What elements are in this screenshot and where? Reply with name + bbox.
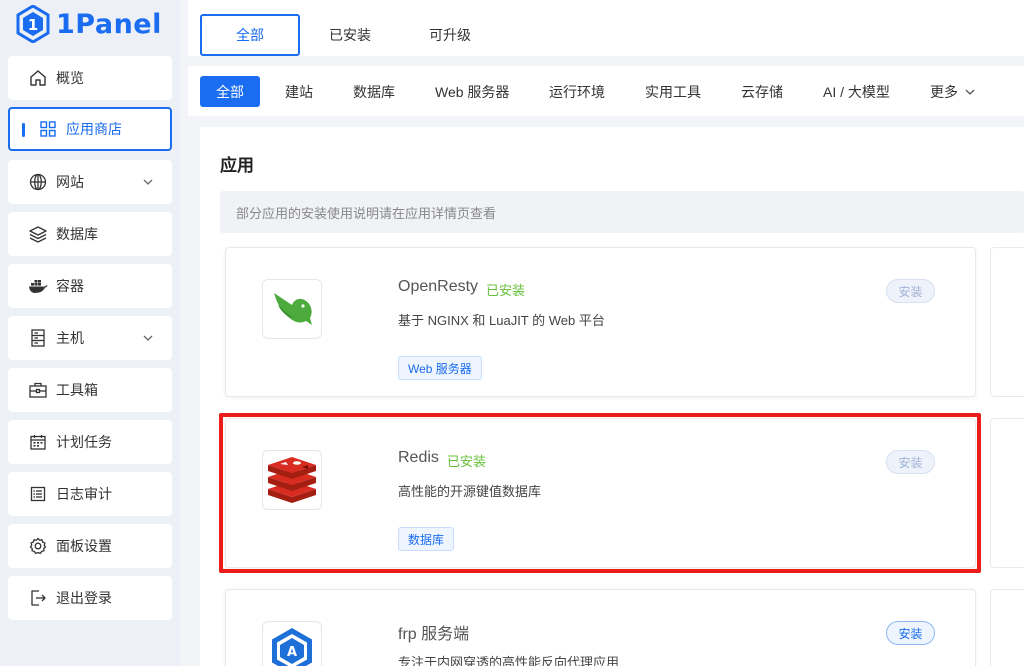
app-tag[interactable]: Web 服务器	[398, 356, 482, 380]
category-more-label: 更多	[930, 83, 958, 100]
category-database[interactable]: 数据库	[353, 76, 395, 107]
app-card-partial[interactable]	[990, 589, 1024, 666]
svg-text:1: 1	[28, 16, 38, 34]
sidebar-item-label: 面板设置	[56, 538, 112, 554]
sidebar-item-label: 计划任务	[56, 434, 112, 450]
app-logo[interactable]: 1 1Panel	[16, 4, 162, 44]
logo-hexagon-icon: 1	[16, 5, 50, 43]
category-utilities[interactable]: 实用工具	[645, 76, 701, 107]
sidebar-item-toolbox[interactable]: 工具箱	[8, 368, 172, 412]
install-button[interactable]: 安装	[886, 279, 935, 303]
chevron-down-icon[interactable]	[142, 331, 154, 347]
openresty-logo-icon	[262, 279, 322, 339]
sidebar-item-label: 应用商店	[66, 121, 122, 137]
globe-icon	[28, 172, 48, 192]
layers-icon	[28, 224, 48, 244]
sidebar-item-logout[interactable]: 退出登录	[8, 576, 172, 620]
app-card-partial[interactable]	[990, 247, 1024, 397]
sidebar-item-label: 网站	[56, 174, 84, 190]
category-more[interactable]: 更多	[930, 76, 976, 107]
sidebar-item-host[interactable]: 主机	[8, 316, 172, 360]
install-button[interactable]: 安装	[886, 621, 935, 645]
sidebar-item-label: 概览	[56, 70, 84, 86]
svg-text:A: A	[287, 645, 297, 660]
sidebar-item-label: 容器	[56, 278, 84, 294]
sidebar-item-app-store[interactable]: 应用商店	[8, 107, 172, 151]
app-name: frp 服务端	[398, 626, 470, 643]
app-card-partial[interactable]	[990, 418, 1024, 568]
category-web-server[interactable]: Web 服务器	[435, 76, 509, 107]
logo-text: 1Panel	[56, 8, 162, 40]
chevron-down-icon	[964, 86, 976, 98]
tab-installed[interactable]: 已安装	[312, 14, 388, 56]
app-description: 基于 NGINX 和 LuaJIT 的 Web 平台	[398, 313, 605, 328]
highlight-box	[219, 413, 981, 573]
sidebar-item-website[interactable]: 网站	[8, 160, 172, 204]
calendar-icon	[28, 432, 48, 452]
sidebar-item-label: 主机	[56, 330, 84, 346]
frp-logo-icon: A	[262, 621, 322, 666]
sidebar-item-label: 日志审计	[56, 486, 112, 502]
sidebar-item-container[interactable]: 容器	[8, 264, 172, 308]
notice-banner: 部分应用的安装使用说明请在应用详情页查看	[220, 191, 1024, 233]
app-name: OpenResty	[398, 278, 479, 295]
docker-icon	[28, 276, 48, 296]
apps-grid-icon	[38, 119, 58, 139]
tab-upgradable[interactable]: 可升级	[412, 14, 488, 56]
sidebar-item-label: 工具箱	[56, 382, 98, 398]
toolbox-icon	[28, 380, 48, 400]
app-card-openresty[interactable]: OpenResty 已安装 基于 NGINX 和 LuaJIT 的 Web 平台…	[225, 247, 976, 397]
page-title: 应用	[220, 156, 254, 175]
sidebar-item-label: 退出登录	[56, 590, 112, 606]
active-indicator	[22, 123, 25, 137]
sidebar-item-panel-settings[interactable]: 面板设置	[8, 524, 172, 568]
sidebar-item-database[interactable]: 数据库	[8, 212, 172, 256]
category-cloud-storage[interactable]: 云存储	[741, 76, 783, 107]
category-website[interactable]: 建站	[285, 76, 313, 107]
app-list-panel: 应用 部分应用的安装使用说明请在应用详情页查看 OpenResty 已安装 基于…	[200, 127, 1024, 666]
category-filter-bar: 全部 建站 数据库 Web 服务器 运行环境 实用工具 云存储 AI / 大模型…	[188, 66, 1024, 116]
installed-badge: 已安装	[486, 283, 526, 298]
log-icon	[28, 484, 48, 504]
sidebar-item-overview[interactable]: 概览	[8, 56, 172, 100]
status-tab-bar: 全部 已安装 可升级	[188, 0, 1024, 56]
sidebar-item-cron-tasks[interactable]: 计划任务	[8, 420, 172, 464]
sidebar: 1 1Panel 概览 应用商店 网站 数据库 容器 主机 工具箱 计划任务 日…	[0, 0, 180, 666]
app-card-frp[interactable]: A frp 服务端 专注于内网穿透的高性能反向代理应用 安装	[225, 589, 976, 666]
app-description: 专注于内网穿透的高性能反向代理应用	[398, 655, 620, 666]
sidebar-item-log-audit[interactable]: 日志审计	[8, 472, 172, 516]
chevron-down-icon[interactable]	[142, 175, 154, 191]
gear-icon	[28, 536, 48, 556]
logout-icon	[28, 588, 48, 608]
category-ai-llm[interactable]: AI / 大模型	[823, 76, 890, 107]
home-icon	[28, 68, 48, 88]
tab-all[interactable]: 全部	[200, 14, 300, 56]
sidebar-item-label: 数据库	[56, 226, 98, 242]
category-runtime[interactable]: 运行环境	[549, 76, 605, 107]
category-all[interactable]: 全部	[200, 76, 260, 107]
server-icon	[28, 328, 48, 348]
